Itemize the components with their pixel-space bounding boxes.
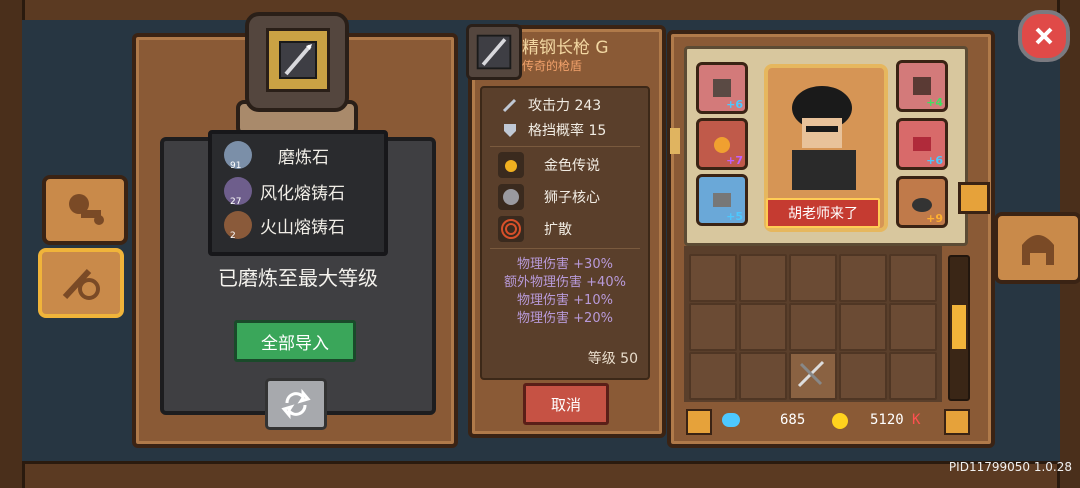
scroll-thumb[interactable] (952, 305, 966, 349)
weapon-slot[interactable] (245, 12, 349, 112)
bonus-line: 物理伤害 +10% (517, 293, 613, 308)
gold-coin-icon (832, 413, 848, 429)
stat-label: 攻击力 243 (528, 98, 602, 114)
material-count: 27 (230, 197, 242, 207)
inventory-slot[interactable] (739, 303, 787, 351)
helmet-icon (1022, 235, 1054, 265)
close-button[interactable] (1018, 10, 1070, 62)
refresh-icon (281, 389, 311, 419)
weapon-slot-inner (266, 28, 330, 92)
material-count: 91 (230, 161, 242, 171)
bonus-line: 物理伤害 +20% (517, 311, 613, 326)
sort-icon[interactable] (944, 409, 970, 435)
swap-button[interactable] (265, 378, 327, 430)
gear-level: +5 (726, 210, 743, 223)
inventory-scrollbar[interactable] (948, 255, 970, 401)
gear-level: +6 (926, 154, 943, 167)
perk-item: 扩散 (498, 214, 572, 244)
gear-slot-amulet[interactable]: +7 (696, 118, 748, 170)
attack-stat: 攻击力 243 (502, 93, 601, 117)
weapon-thumbnail (466, 24, 522, 80)
inventory-slot[interactable] (789, 303, 837, 351)
material-name: 风化熔铸石 (260, 183, 345, 204)
material-name: 磨炼石 (278, 147, 329, 168)
weathered-stone-icon: 27 (224, 177, 252, 207)
stat-label: 格挡概率 15 (528, 123, 607, 139)
inventory-slot[interactable] (839, 254, 887, 302)
build-id: PID11799050 1.0.28 (948, 460, 1072, 474)
spiral-icon (498, 216, 524, 242)
inventory-slot[interactable] (889, 254, 937, 302)
left-arrow-icon[interactable] (670, 128, 680, 154)
gear-slot-pet[interactable]: +9 (896, 176, 948, 228)
cancel-button[interactable]: 取消 (523, 383, 609, 425)
gear-slot-belt[interactable]: +6 (896, 118, 948, 170)
whetstone-icon: 91 (224, 141, 252, 171)
spear-icon (279, 41, 317, 79)
perk-item: 金色传说 (498, 150, 600, 180)
weapon-name: 精钢长枪 G (522, 38, 609, 58)
weapon-subtitle: 传奇的枪盾 (522, 59, 583, 73)
gear-level: +6 (726, 98, 743, 111)
perk-label: 狮子核心 (544, 190, 600, 206)
gear-level: +4 (926, 96, 943, 109)
inventory-slot[interactable] (889, 303, 937, 351)
perk-item: 狮子核心 (498, 182, 600, 212)
spear-icon (476, 34, 512, 70)
refine-icon (62, 268, 100, 300)
bonus-line: 物理伤害 +30% (517, 257, 613, 272)
flame-icon (498, 152, 524, 178)
gear-level: +7 (726, 154, 743, 167)
gear-slot-gloves[interactable]: +5 (696, 174, 748, 226)
inventory-slot[interactable] (839, 352, 887, 400)
inventory-slot[interactable] (739, 254, 787, 302)
forge-icon (69, 194, 104, 225)
gold-suffix: K (912, 412, 921, 428)
inventory-slot[interactable] (889, 352, 937, 400)
lock-icon[interactable] (686, 409, 712, 435)
lion-icon (498, 184, 524, 210)
inventory-slot[interactable] (689, 352, 737, 400)
material-name: 火山熔铸石 (260, 217, 345, 238)
character-name: 胡老师来了 (766, 198, 880, 228)
tab-refine[interactable] (38, 248, 124, 318)
inventory-slot[interactable] (689, 303, 737, 351)
volcanic-stone-icon: 2 (224, 211, 252, 241)
inventory-slot[interactable] (839, 303, 887, 351)
inventory-slot[interactable] (789, 254, 837, 302)
inventory-slot[interactable] (739, 352, 787, 400)
gear-slot-helmet[interactable]: +6 (696, 62, 748, 114)
material-item[interactable]: 2 火山熔铸石 (224, 210, 345, 241)
character-sprite (792, 86, 856, 190)
crossbow-icon (797, 360, 825, 388)
bonus-line: 额外物理伤害 +40% (504, 275, 626, 290)
material-item[interactable]: 27 风化熔铸石 (224, 176, 345, 207)
sword-icon (502, 98, 517, 113)
material-count: 2 (230, 231, 236, 241)
refine-status-text: 已磨炼至最大等级 (218, 266, 378, 290)
gold-count: 5120 (870, 412, 904, 428)
divider (490, 248, 640, 249)
gem-icon (722, 413, 740, 427)
block-stat: 格挡概率 15 (502, 118, 606, 142)
shield-icon (504, 124, 516, 137)
materials-list: 91 磨炼石 27 风化熔铸石 2 火山熔铸石 (208, 130, 388, 256)
gem-count: 685 (780, 412, 806, 428)
perk-label: 扩散 (544, 222, 572, 238)
material-item[interactable]: 91 磨炼石 (224, 140, 329, 171)
inventory-slot[interactable] (689, 254, 737, 302)
import-all-button[interactable]: 全部导入 (234, 320, 356, 362)
inventory-slot-crossbow[interactable] (789, 352, 837, 400)
gear-slot-armor[interactable]: +4 (896, 60, 948, 112)
divider (490, 146, 640, 147)
tab-forge[interactable] (42, 175, 128, 245)
weapon-level: 等级 50 (587, 351, 638, 367)
perk-label: 金色传说 (544, 158, 600, 174)
side-tab-marker[interactable] (958, 182, 990, 214)
stats-box: 攻击力 243 格挡概率 15 金色传说 狮子核心 扩散 物理伤害 +30% 额… (480, 86, 650, 380)
frame-bottom (0, 461, 1080, 488)
tab-helmet[interactable] (994, 212, 1080, 284)
gear-level: +9 (926, 212, 943, 225)
close-icon (1035, 27, 1053, 45)
